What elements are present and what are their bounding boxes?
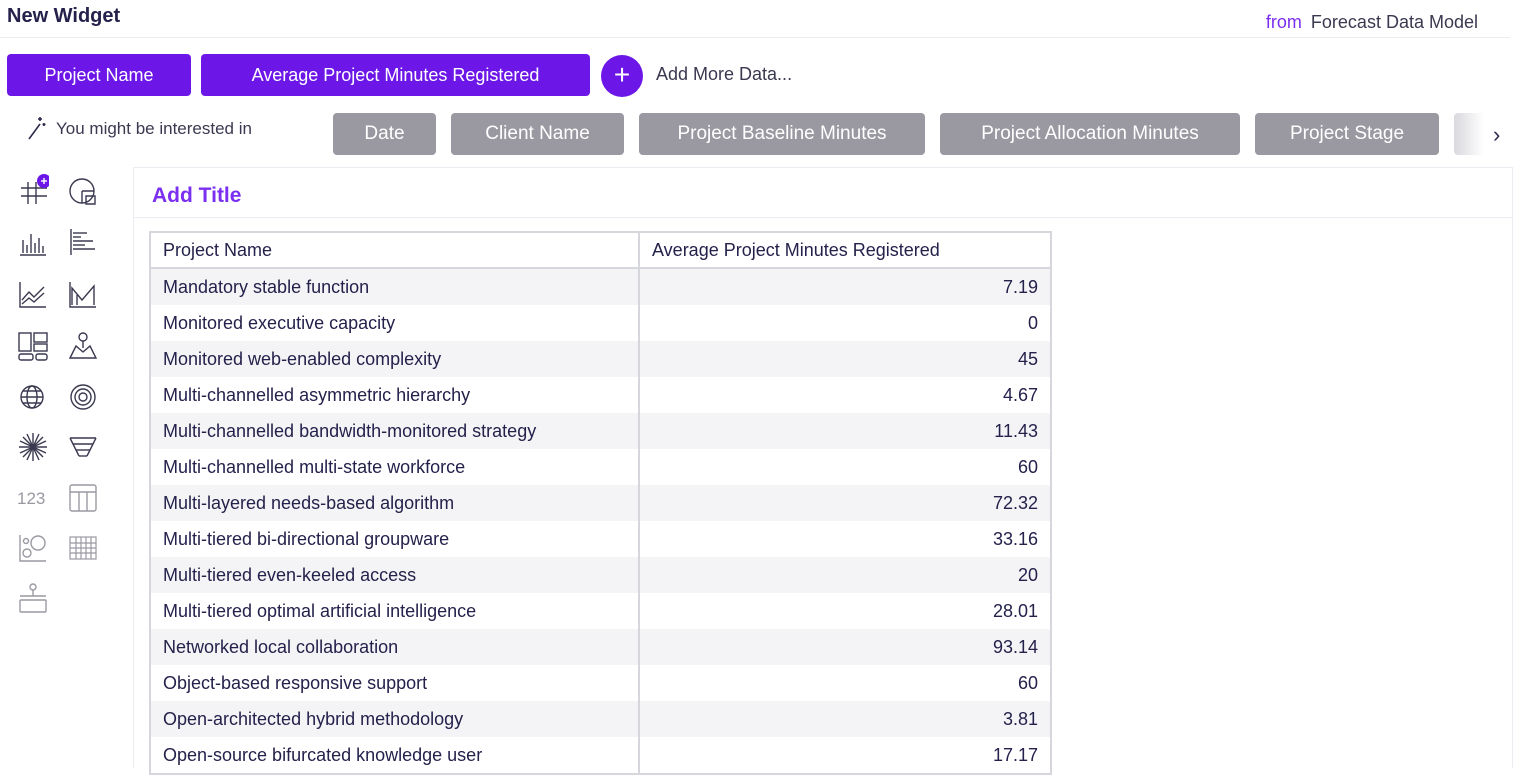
- cell-project-name: Multi-channelled bandwidth-monitored str…: [150, 413, 640, 449]
- cell-project-name: Multi-tiered optimal artificial intellig…: [150, 593, 640, 629]
- cell-average-minutes: 4.67: [1002, 384, 1038, 405]
- add-data-button[interactable]: +: [601, 55, 643, 97]
- source-model-name[interactable]: Forecast Data Model: [1311, 12, 1478, 32]
- widget-panel: Add Title Project Name Average Project M…: [133, 167, 1513, 775]
- widget-title[interactable]: Add Title: [152, 184, 241, 208]
- table-row: Multi-channelled asymmetric hierarchy 4.6…: [150, 377, 1051, 413]
- table-add-icon[interactable]: [17, 174, 51, 206]
- table-row: Open-architected hybrid methodology 3.81: [150, 701, 1051, 737]
- cell-project-name: Multi-tiered bi-directional groupware: [150, 521, 640, 557]
- cell-project-name: Monitored executive capacity: [150, 305, 640, 341]
- cell-average-minutes: 7.19: [639, 268, 1051, 305]
- suggestion-project-stage[interactable]: Project Stage: [1255, 113, 1439, 155]
- cell-average-minutes: 93.14: [639, 629, 1051, 665]
- table-row: Multi-tiered optimal artificial intellig…: [150, 593, 1051, 629]
- cell-project-name: Open-source bifurcated knowledge user: [150, 737, 640, 774]
- cell-average-minutes: 20: [639, 557, 1051, 593]
- number-icon[interactable]: 123: [17, 489, 45, 509]
- cell-project-name: Open-architected hybrid methodology: [150, 701, 640, 737]
- cell-average-minutes: 45: [639, 341, 1051, 377]
- cell-average-minutes: 17.17: [992, 744, 1038, 765]
- pie-chart-icon[interactable]: [67, 174, 99, 206]
- pivot-table-icon[interactable]: [67, 482, 99, 514]
- add-more-data-link[interactable]: Add More Data...: [656, 64, 792, 85]
- table-row: Multi-channelled bandwidth-monitored str…: [150, 413, 1051, 449]
- line-chart-icon[interactable]: [17, 278, 49, 310]
- table-body: Mandatory stable function 7.19 Monitored e…: [150, 268, 1051, 774]
- bar-chart-icon[interactable]: [67, 226, 99, 258]
- map-pin-icon[interactable]: [67, 330, 99, 362]
- table-row: Multi-tiered even-keeled access 20: [150, 557, 1051, 593]
- table-row: Mandatory stable function 7.19: [150, 268, 1051, 305]
- field-chip-project-name[interactable]: Project Name: [7, 54, 191, 96]
- cell-project-name: Monitored web-enabled complexity: [150, 341, 640, 377]
- cell-average-minutes: 60: [1017, 672, 1038, 693]
- scatter-icon[interactable]: [17, 532, 49, 564]
- cell-average-minutes: 33.16: [992, 528, 1038, 549]
- cell-project-name: Multi-layered needs-based algorithm: [150, 485, 640, 521]
- sunburst-icon[interactable]: [17, 431, 49, 463]
- suggestion-project-baseline-minutes[interactable]: Project Baseline Minutes: [639, 113, 925, 155]
- cell-project-name: Multi-tiered even-keeled access: [150, 557, 640, 593]
- globe-icon[interactable]: [17, 381, 49, 413]
- cell-project-name: Multi-channelled multi-state workforce: [150, 449, 640, 485]
- cell-average-minutes: 60: [1017, 456, 1038, 477]
- column-chart-icon[interactable]: [17, 226, 49, 258]
- widget-title-bar: Add Title: [134, 168, 1512, 218]
- cell-average-minutes: 0: [1027, 312, 1038, 333]
- data-source[interactable]: from Forecast Data Model: [1266, 12, 1478, 33]
- suggestions-label: You might be interested in: [56, 119, 252, 138]
- widget-header: New Widget from Forecast Data Model: [0, 0, 1510, 38]
- field-chip-average-minutes[interactable]: Average Project Minutes Registered: [201, 54, 590, 96]
- table-row: Open-source bifurcated knowledge user 17.…: [150, 737, 1051, 774]
- table-row: Object-based responsive support 60: [150, 665, 1051, 701]
- table-row: Monitored executive capacity 0: [150, 305, 1051, 341]
- table-row: Multi-layered needs-based algorithm 72.32: [150, 485, 1051, 521]
- cell-project-name: Multi-channelled asymmetric hierarchy: [150, 377, 640, 413]
- column-header-project-name[interactable]: Project Name: [150, 232, 640, 269]
- cell-average-minutes: 3.81: [639, 701, 1051, 737]
- gauge-icon[interactable]: [17, 582, 49, 614]
- cell-average-minutes: 11.43: [639, 413, 1051, 449]
- magic-wand-icon: [26, 115, 46, 141]
- source-prefix: from: [1265, 12, 1302, 32]
- data-table: Project Name Average Project Minutes Reg…: [149, 231, 1052, 775]
- page-title: New Widget: [7, 5, 121, 27]
- suggestion-project-allocation-minutes[interactable]: Project Allocation Minutes: [940, 113, 1240, 155]
- funnel-icon[interactable]: [67, 431, 99, 463]
- table-row: Monitored web-enabled complexity 45: [150, 341, 1051, 377]
- column-header-average-minutes[interactable]: Average Project Minutes Registered: [639, 232, 1052, 269]
- suggestion-client-name[interactable]: Client Name: [451, 113, 624, 155]
- treemap-icon[interactable]: [17, 330, 49, 362]
- cell-project-name: Mandatory stable function: [150, 268, 640, 305]
- area-chart-icon[interactable]: [67, 278, 99, 310]
- suggestions-next-arrow[interactable]: ›: [1493, 122, 1500, 148]
- table-row: Networked local collaboration 93.14: [150, 629, 1051, 665]
- cell-average-minutes: 72.32: [639, 485, 1051, 521]
- table-row: Multi-tiered bi-directional groupware 33.…: [150, 521, 1051, 557]
- suggestion-overflow-fade: [1454, 113, 1484, 155]
- cell-project-name: Networked local collaboration: [150, 629, 640, 665]
- table-header-row: Project Name Average Project Minutes Reg…: [150, 232, 1052, 269]
- cell-project-name: Object-based responsive support: [150, 665, 640, 701]
- table-row: Multi-channelled multi-state workforce 60: [150, 449, 1051, 485]
- radar-icon[interactable]: [67, 381, 99, 413]
- suggestion-date[interactable]: Date: [333, 113, 436, 155]
- heatmap-icon[interactable]: [67, 532, 99, 564]
- cell-average-minutes: 28.01: [992, 600, 1038, 621]
